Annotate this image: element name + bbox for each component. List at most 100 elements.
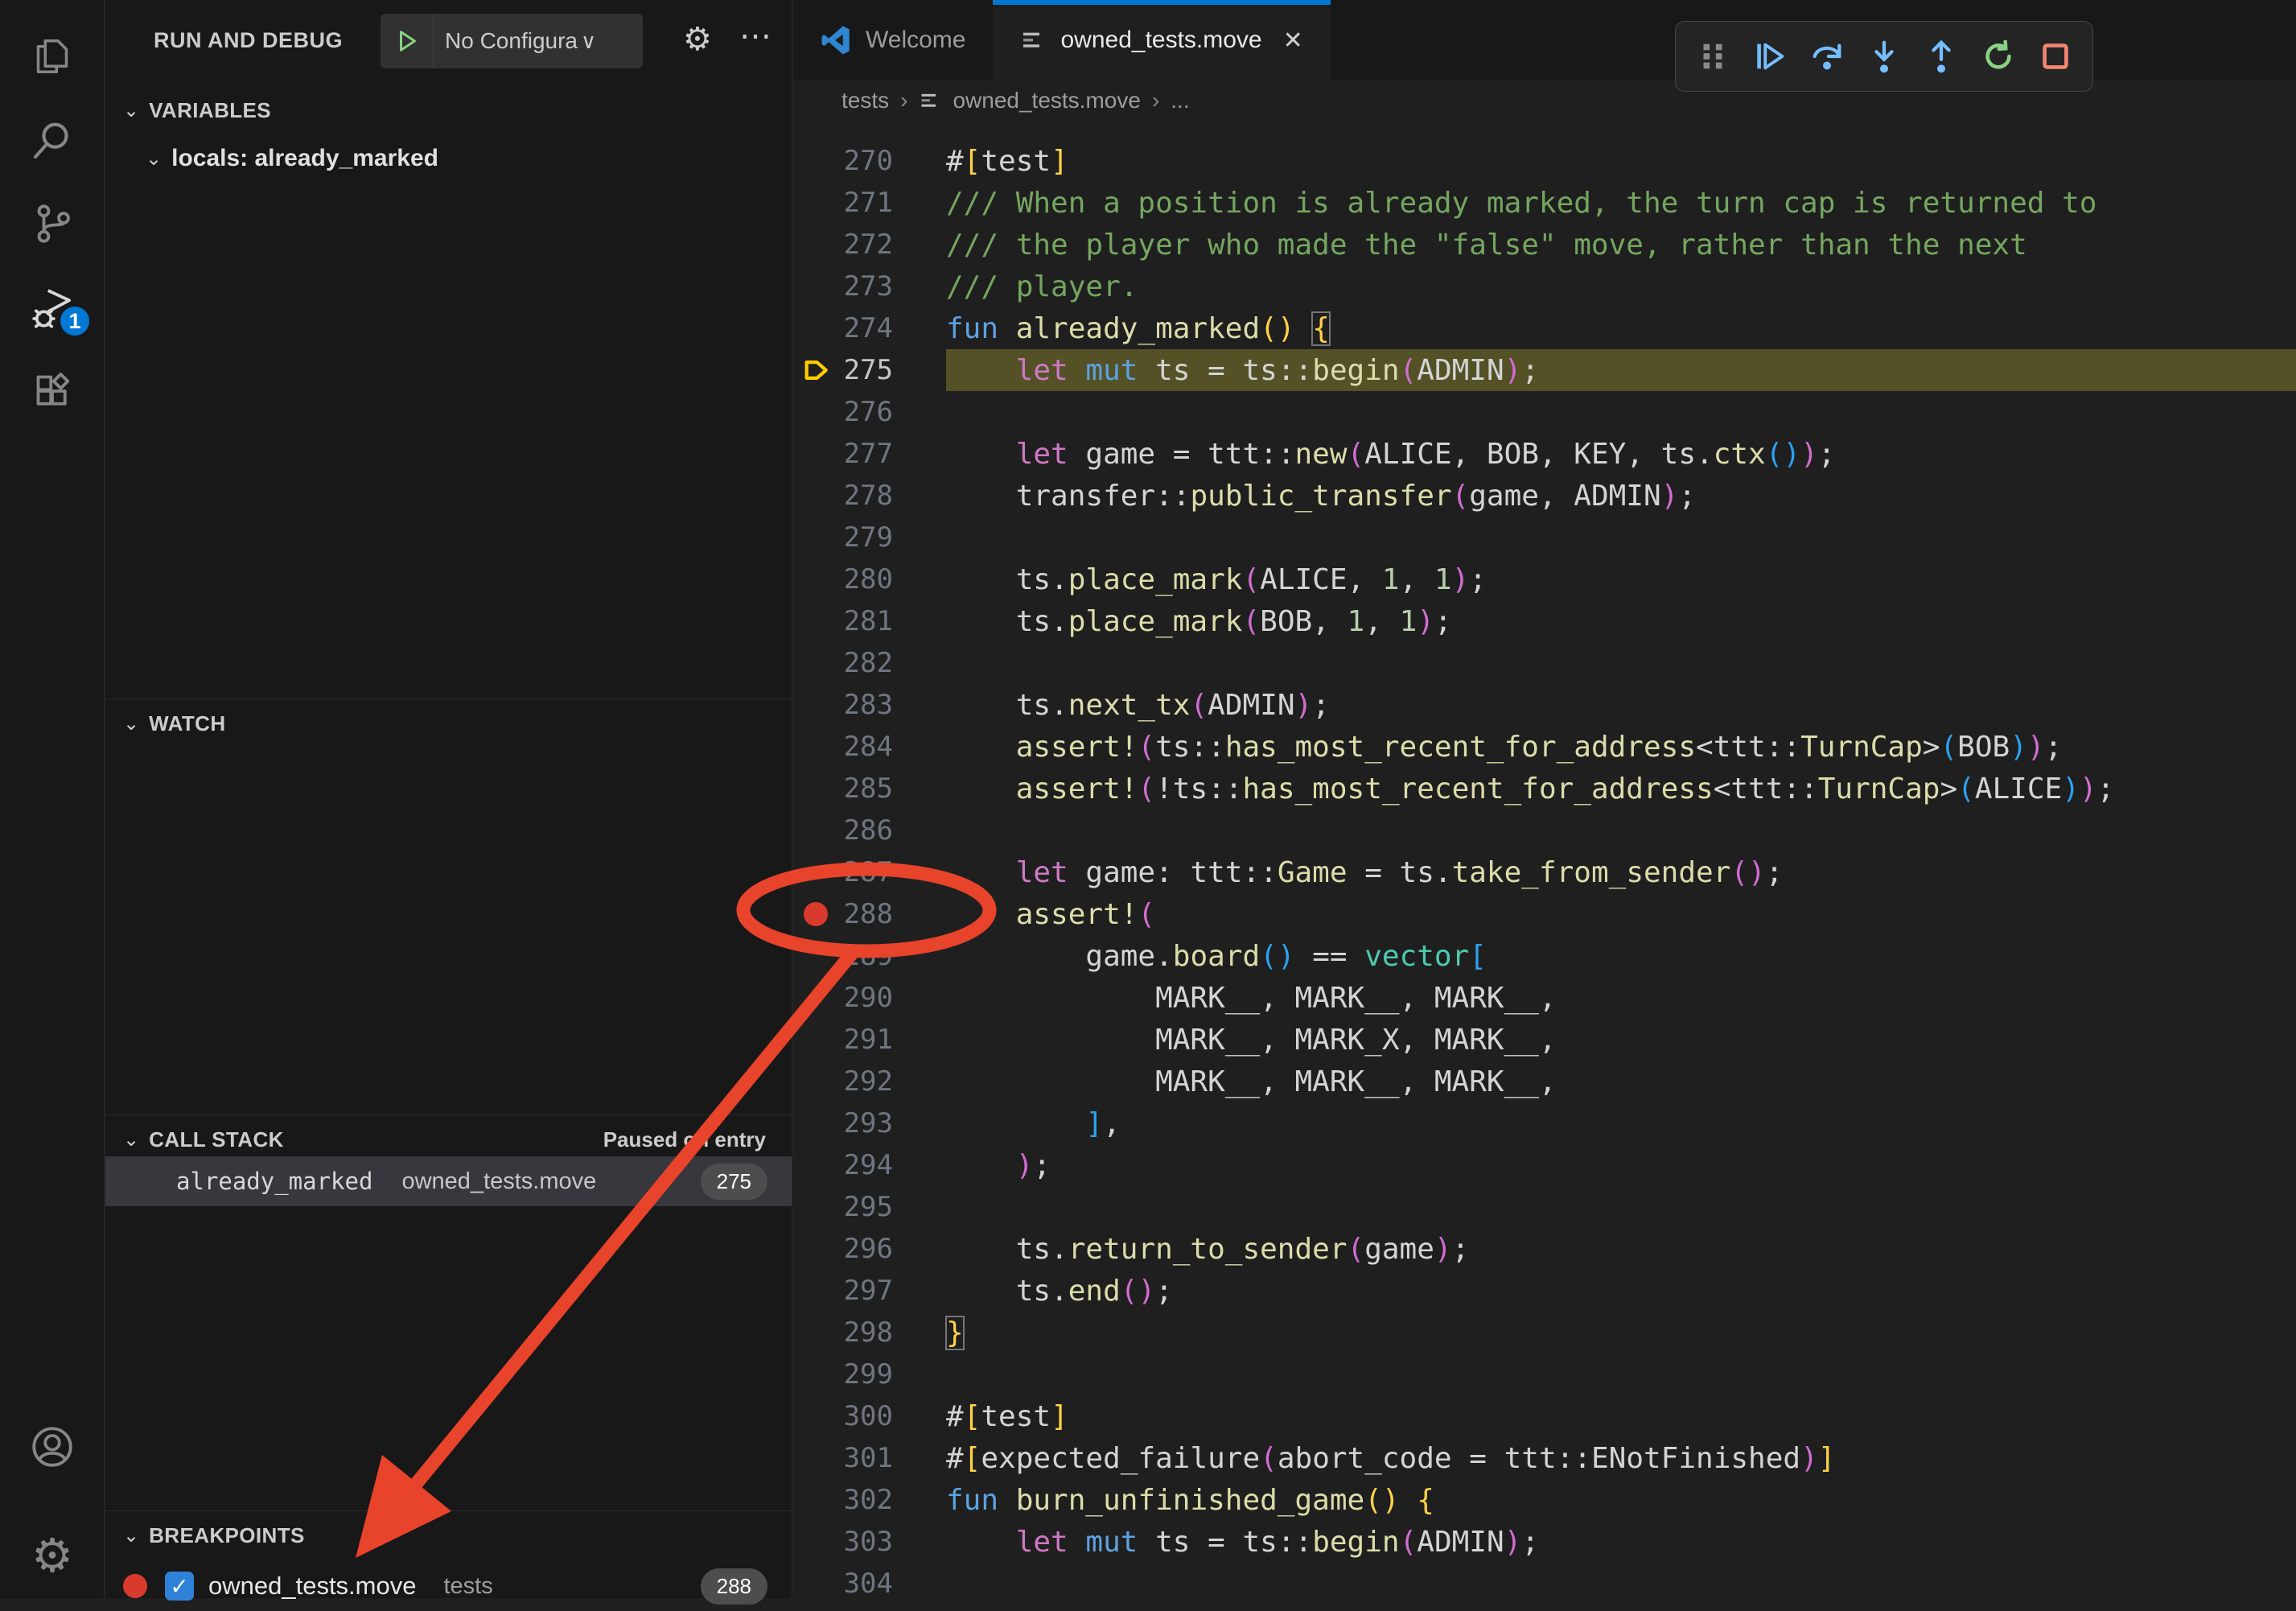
code-line-297[interactable]: 297 ts.end(); bbox=[793, 1270, 2296, 1312]
launch-config-dropdown[interactable]: No Configura ∨ bbox=[381, 14, 643, 68]
code-line-303[interactable]: 303 let mut ts = ts::begin(ADMIN); bbox=[793, 1521, 2296, 1563]
call-stack-frame[interactable]: already_marked owned_tests.move 275 bbox=[105, 1156, 792, 1206]
code-line-281[interactable]: 281 ts.place_mark(BOB, 1, 1); bbox=[793, 600, 2296, 642]
code-line-296[interactable]: 296 ts.return_to_sender(game); bbox=[793, 1228, 2296, 1270]
step-over-button[interactable] bbox=[1801, 31, 1853, 82]
run-and-debug-icon[interactable]: 1 bbox=[0, 267, 105, 348]
code-text bbox=[946, 1186, 2296, 1228]
views-more-icon[interactable]: ⋯ bbox=[739, 18, 772, 55]
debug-badge: 1 bbox=[56, 303, 93, 340]
debug-toolbar bbox=[1675, 21, 2093, 92]
continue-button[interactable] bbox=[1744, 31, 1796, 82]
code-text: ], bbox=[946, 1102, 2296, 1144]
accounts-icon[interactable] bbox=[0, 1407, 105, 1487]
code-line-285[interactable]: 285 assert!(!ts::has_most_recent_for_add… bbox=[793, 768, 2296, 810]
tab-owned-tests-move[interactable]: owned_tests.move ✕ bbox=[993, 0, 1330, 80]
code-text: /// When a position is already marked, t… bbox=[946, 182, 2296, 224]
code-line-294[interactable]: 294 ); bbox=[793, 1144, 2296, 1186]
variables-locals-scope[interactable]: ⌄ locals: already_marked bbox=[105, 135, 792, 182]
stop-button[interactable] bbox=[2030, 31, 2081, 82]
line-number: 278 bbox=[838, 480, 893, 512]
code-text: /// the player who made the "false" move… bbox=[946, 224, 2296, 266]
line-number: 283 bbox=[838, 689, 893, 721]
code-line-277[interactable]: 277 let game = ttt::new(ALICE, BOB, KEY,… bbox=[793, 433, 2296, 475]
breadcrumb-tests[interactable]: tests bbox=[841, 88, 889, 113]
start-debug-button[interactable] bbox=[381, 14, 434, 68]
breadcrumb-file[interactable]: owned_tests.move bbox=[953, 88, 1140, 113]
code-text: #[test] bbox=[946, 140, 2296, 182]
section-breakpoints[interactable]: ⌄ BREAKPOINTS bbox=[105, 1514, 792, 1557]
code-text: MARK__, MARK__, MARK__, bbox=[946, 1061, 2296, 1102]
line-number: 272 bbox=[838, 229, 893, 261]
code-line-273[interactable]: 273/// player. bbox=[793, 266, 2296, 307]
section-watch[interactable]: ⌄ WATCH bbox=[105, 702, 792, 745]
code-line-276[interactable]: 276 bbox=[793, 391, 2296, 433]
breakpoint-item[interactable]: ✓ owned_tests.move tests 288 bbox=[105, 1561, 792, 1611]
breakpoint-checkbox[interactable]: ✓ bbox=[165, 1572, 194, 1601]
code-line-304[interactable]: 304 bbox=[793, 1563, 2296, 1605]
code-line-283[interactable]: 283 ts.next_tx(ADMIN); bbox=[793, 684, 2296, 726]
code-line-302[interactable]: 302fun burn_unfinished_game() { bbox=[793, 1479, 2296, 1521]
line-number: 271 bbox=[838, 187, 893, 219]
divider bbox=[105, 1510, 792, 1511]
step-out-button[interactable] bbox=[1915, 31, 1967, 82]
line-number: 276 bbox=[838, 396, 893, 428]
restart-button[interactable] bbox=[1973, 31, 2024, 82]
line-number: 281 bbox=[838, 605, 893, 637]
code-line-298[interactable]: 298} bbox=[793, 1312, 2296, 1353]
code-line-292[interactable]: 292 MARK__, MARK__, MARK__, bbox=[793, 1061, 2296, 1102]
line-number: 298 bbox=[838, 1316, 893, 1349]
code-line-279[interactable]: 279 bbox=[793, 517, 2296, 558]
code-line-300[interactable]: 300#[test] bbox=[793, 1395, 2296, 1437]
vscode-logo-icon bbox=[821, 25, 851, 56]
code-line-270[interactable]: 270#[test] bbox=[793, 140, 2296, 182]
code-line-289[interactable]: 289 game.board() == vector[ bbox=[793, 935, 2296, 977]
code-line-271[interactable]: 271 /// When a position is already marked… bbox=[793, 182, 2296, 224]
code-line-282[interactable]: 282 bbox=[793, 642, 2296, 684]
line-number: 297 bbox=[838, 1275, 893, 1307]
line-number: 286 bbox=[838, 814, 893, 847]
code-line-301[interactable]: 301#[expected_failure(abort_code = ttt::… bbox=[793, 1437, 2296, 1479]
code-line-280[interactable]: 280 ts.place_mark(ALICE, 1, 1); bbox=[793, 558, 2296, 600]
close-icon[interactable]: ✕ bbox=[1283, 27, 1303, 55]
code-line-274[interactable]: 274fun already_marked() { bbox=[793, 307, 2296, 349]
explorer-icon[interactable] bbox=[0, 16, 105, 97]
code-line-291[interactable]: 291 MARK__, MARK_X, MARK__, bbox=[793, 1019, 2296, 1061]
code-line-275[interactable]: 275 let mut ts = ts::begin(ADMIN); bbox=[793, 349, 2296, 391]
code-line-288[interactable]: 288 assert!( bbox=[793, 893, 2296, 935]
breadcrumb-more[interactable]: ... bbox=[1171, 88, 1189, 113]
extensions-icon[interactable] bbox=[0, 351, 105, 431]
current-line-arrow-icon[interactable] bbox=[793, 356, 838, 384]
section-call-stack[interactable]: ⌄ CALL STACK Paused on entry bbox=[105, 1118, 792, 1161]
code-line-293[interactable]: 293 ], bbox=[793, 1102, 2296, 1144]
code-text: /// player. bbox=[946, 266, 2296, 307]
code-line-290[interactable]: 290 MARK__, MARK__, MARK__, bbox=[793, 977, 2296, 1019]
code-line-287[interactable]: 287 let game: ttt::Game = ts.take_from_s… bbox=[793, 851, 2296, 893]
chevron-down-icon: ⌄ bbox=[123, 1524, 139, 1547]
code-text bbox=[946, 517, 2296, 558]
code-text: MARK__, MARK__, MARK__, bbox=[946, 977, 2296, 1019]
code-line-299[interactable]: 299 bbox=[793, 1353, 2296, 1395]
breakpoint-dot-icon[interactable] bbox=[793, 902, 838, 926]
code-text: ts.end(); bbox=[946, 1270, 2296, 1312]
code-text: fun already_marked() { bbox=[946, 307, 2296, 349]
code-text: assert!( bbox=[946, 893, 2296, 935]
settings-gear-icon[interactable]: ⚙ bbox=[0, 1516, 105, 1597]
code-line-284[interactable]: 284 assert!(ts::has_most_recent_for_addr… bbox=[793, 726, 2296, 768]
toolbar-drag-grip-icon[interactable] bbox=[1687, 31, 1738, 82]
tab-welcome[interactable]: Welcome bbox=[793, 0, 993, 80]
code-text: game.board() == vector[ bbox=[946, 935, 2296, 977]
debug-settings-gear-icon[interactable]: ⚙ bbox=[683, 21, 712, 58]
code-line-295[interactable]: 295 bbox=[793, 1186, 2296, 1228]
section-variables[interactable]: ⌄ VARIABLES bbox=[105, 89, 792, 132]
code-line-278[interactable]: 278 transfer::public_transfer(game, ADMI… bbox=[793, 475, 2296, 517]
code-line-272[interactable]: 272 /// the player who made the "false" m… bbox=[793, 224, 2296, 266]
divider bbox=[105, 698, 792, 699]
source-control-icon[interactable] bbox=[0, 183, 105, 264]
line-number: 304 bbox=[838, 1568, 893, 1600]
step-into-button[interactable] bbox=[1858, 31, 1910, 82]
code-line-286[interactable]: 286 bbox=[793, 810, 2296, 851]
line-number: 292 bbox=[838, 1065, 893, 1098]
search-icon[interactable] bbox=[0, 100, 105, 180]
config-label: No Configura bbox=[445, 28, 578, 54]
